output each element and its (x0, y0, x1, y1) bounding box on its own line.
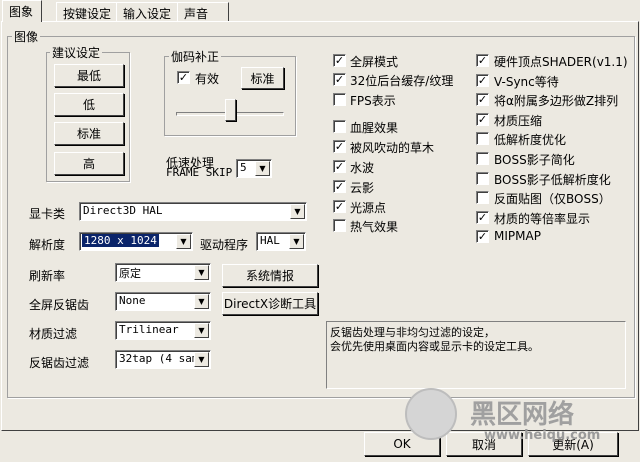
right-checkbox-label-5: BOSS影子简化 (494, 153, 575, 167)
right-checkbox-label-4: 低解析度优化 (494, 133, 567, 148)
refresh-select[interactable]: 原定 ▼ (115, 263, 211, 282)
frameskip-select[interactable]: 5 ▼ (236, 159, 272, 178)
middle-checkbox-label-0: 全屏模式 (350, 55, 399, 69)
chevron-down-icon[interactable]: ▼ (290, 204, 305, 219)
description-line-1: 反锯齿处理与非均匀过滤的设定， (330, 326, 495, 339)
watermark-url: www.heiqu.com (484, 428, 601, 443)
middle-checkbox-label-7: 光源点 (350, 201, 387, 215)
right-checkbox-label-2: 将α附属多边形做Z排列 (494, 94, 619, 109)
preset-high-button[interactable]: 高 (54, 152, 124, 175)
right-checkbox-5[interactable] (476, 152, 489, 165)
driver-label: 驱动程序 (200, 238, 249, 252)
description-line-2: 会优先使用桌面内容或显示卡的设定工具。 (330, 340, 539, 353)
driver-value: HAL (260, 234, 280, 247)
texfilter-value: Trilinear (119, 323, 179, 336)
middle-checkbox-1[interactable]: ✓ (333, 73, 346, 86)
frameskip-label-2: FRAME SKIP (166, 166, 233, 179)
right-checkbox-3[interactable]: ✓ (476, 112, 489, 126)
system-info-button[interactable]: 系统情报 (222, 264, 318, 287)
resolution-select[interactable]: 1280 x 1024 ▼ (79, 232, 193, 251)
middle-checkbox-2[interactable] (333, 93, 346, 106)
tab-key-settings[interactable]: 按键设定 (56, 2, 117, 21)
resolution-label: 解析度 (29, 238, 66, 252)
fsaa-select[interactable]: None ▼ (115, 292, 211, 311)
right-checkbox-label-0: 硬件顶点SHADER(v1.1) (494, 55, 628, 69)
gamma-slider-thumb[interactable] (225, 99, 236, 121)
chevron-down-icon[interactable]: ▼ (255, 161, 270, 176)
right-checkbox-label-1: V-Sync等待 (494, 74, 559, 89)
middle-checkbox-4[interactable]: ✓ (333, 140, 346, 153)
middle-checkbox-label-1: 32位后台缓存/纹理 (350, 74, 454, 88)
tab-image[interactable]: 图象 (2, 0, 42, 22)
right-checkbox-1[interactable]: ✓ (476, 73, 489, 87)
gamma-enabled-checkbox[interactable]: ✓ (177, 71, 190, 84)
frameskip-value: 5 (240, 161, 247, 174)
right-checkbox-label-7: 反面贴图（仅BOSS） (494, 192, 611, 207)
chevron-down-icon[interactable]: ▼ (289, 234, 304, 249)
gamma-standard-button[interactable]: 标准 (241, 67, 284, 89)
chevron-down-icon[interactable]: ▼ (194, 352, 209, 367)
middle-checkbox-label-5: 水波 (350, 161, 375, 175)
recommend-group-title: 建议设定 (50, 44, 103, 61)
right-checkbox-4[interactable] (476, 132, 489, 146)
middle-checkbox-3[interactable] (333, 120, 346, 133)
middle-checkbox-label-4: 被风吹动的草木 (350, 141, 435, 155)
watermark-logo-icon (405, 388, 457, 440)
refresh-label: 刷新率 (29, 269, 66, 283)
dxdiag-button[interactable]: DirectX诊断工具 (222, 292, 318, 315)
card-select[interactable]: Direct3D HAL ▼ (79, 202, 307, 221)
driver-select[interactable]: HAL ▼ (256, 232, 306, 251)
preset-standard-button[interactable]: 标准 (54, 122, 124, 145)
aafilter-select[interactable]: 32tap (4 samp ▼ (115, 350, 211, 369)
middle-checkbox-label-6: 云影 (350, 181, 375, 195)
middle-checkbox-8[interactable] (333, 219, 346, 232)
fsaa-value: None (119, 294, 146, 307)
refresh-value: 原定 (119, 267, 141, 280)
card-label: 显卡类 (29, 207, 66, 221)
right-checkbox-6[interactable] (476, 171, 489, 185)
texfilter-label: 材质过滤 (29, 327, 78, 341)
middle-checkbox-label-2: FPS表示 (350, 94, 396, 108)
resolution-value: 1280 x 1024 (82, 234, 159, 247)
middle-checkbox-0[interactable]: ✓ (333, 54, 346, 67)
right-checkbox-label-6: BOSS影子低解析度化 (494, 172, 611, 187)
watermark-text: 黑区网络 (470, 400, 575, 430)
middle-checkbox-5[interactable]: ✓ (333, 160, 346, 173)
right-checkbox-7[interactable] (476, 191, 489, 205)
right-checkbox-label-9: MIPMAP (494, 229, 541, 244)
fsaa-label: 全屏反锯齿 (29, 298, 90, 312)
card-value: Direct3D HAL (83, 204, 163, 217)
gamma-group-title: 伽码补正 (169, 48, 222, 65)
aafilter-value: 32tap (4 samp (119, 352, 195, 365)
preset-lowest-button[interactable]: 最低 (54, 64, 124, 87)
chevron-down-icon[interactable]: ▼ (194, 294, 209, 309)
preset-low-button[interactable]: 低 (54, 93, 124, 116)
tab-input-settings[interactable]: 输入设定 (116, 2, 178, 21)
right-checkbox-0[interactable]: ✓ (476, 54, 489, 67)
chevron-down-icon[interactable]: ▼ (194, 323, 209, 338)
texfilter-select[interactable]: Trilinear ▼ (115, 321, 211, 340)
middle-checkbox-6[interactable]: ✓ (333, 180, 346, 193)
image-group-title: 图像 (12, 28, 41, 45)
tab-sound[interactable]: 声音 (177, 2, 229, 21)
middle-checkbox-label-8: 热气效果 (350, 220, 399, 234)
middle-checkbox-label-3: 血腥效果 (350, 121, 399, 135)
right-checkbox-9[interactable]: ✓ (476, 230, 489, 244)
right-checkbox-8[interactable]: ✓ (476, 210, 489, 224)
chevron-down-icon[interactable]: ▼ (194, 265, 209, 280)
right-checkbox-label-3: 材质压缩 (494, 113, 543, 128)
chevron-down-icon[interactable]: ▼ (176, 234, 191, 249)
right-checkbox-label-8: 材质的等倍率显示 (494, 211, 591, 226)
aafilter-label: 反锯齿过滤 (29, 356, 90, 370)
middle-checkbox-7[interactable]: ✓ (333, 200, 346, 213)
description-box: 反锯齿处理与非均匀过滤的设定， 会优先使用桌面内容或显示卡的设定工具。 (326, 321, 626, 389)
gamma-enabled-label: 有效 (195, 72, 220, 86)
right-checkbox-2[interactable]: ✓ (476, 93, 489, 107)
